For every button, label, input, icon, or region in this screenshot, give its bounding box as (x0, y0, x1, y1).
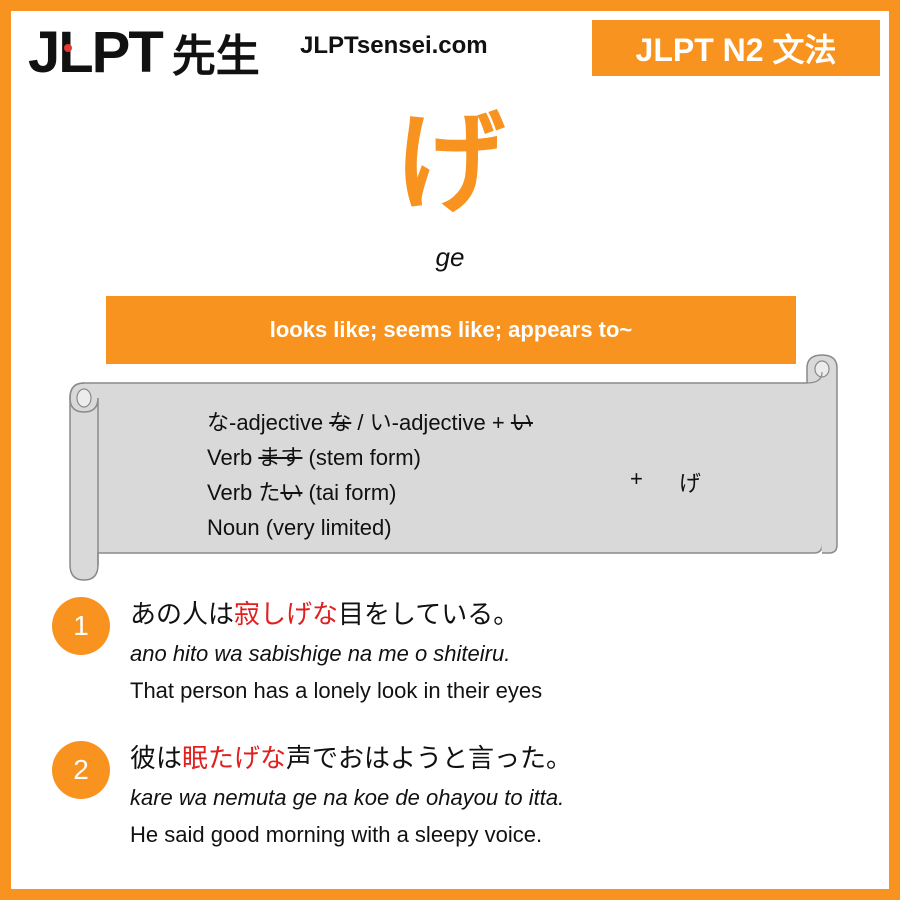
struck-kana: い (510, 410, 533, 435)
logo-kanji: 先生 (171, 31, 260, 82)
site-logo[interactable]: JLPT 先生 (28, 22, 260, 82)
struck-kana: ます (258, 445, 303, 470)
result-kana: げ (678, 471, 701, 496)
grammar-romaji: ge (435, 242, 465, 272)
example-number: 2 (52, 741, 110, 799)
site-url[interactable]: JLPTsensei.com (300, 32, 488, 60)
highlighted-grammar: 眠たげな (182, 744, 287, 774)
plus-sign: + (630, 466, 643, 491)
struck-kana: い (280, 480, 303, 505)
formation-result: + げ (630, 466, 701, 498)
example-text: あの人は寂しげな目をしている。 ano hito wa sabishige na… (130, 597, 850, 709)
formation-line-verb-stem: Verb ます (stem form) (207, 445, 421, 470)
example-japanese: あの人は寂しげな目をしている。 (130, 600, 520, 630)
example-japanese: 彼は眠たげな声でおはようと言った。 (130, 744, 573, 774)
example-text: 彼は眠たげな声でおはようと言った。 kare wa nemuta ge na k… (130, 741, 850, 853)
formation-rules: な-adjective な / い-adjective + い Verb ます … (207, 405, 533, 545)
example-romaji: ano hito wa sabishige na me o shiteiru. (130, 641, 511, 666)
example-number: 1 (52, 597, 110, 655)
level-badge: JLPT N2 文法 (592, 20, 880, 76)
example-romaji: kare wa nemuta ge na koe de ohayou to it… (130, 785, 565, 810)
formation-line-verb-tai: Verb たい (tai form) (207, 480, 397, 505)
formation-line-noun: Noun (very limited) (207, 515, 392, 540)
logo-text: JLPT (28, 20, 164, 85)
struck-kana: な (329, 410, 352, 435)
grammar-title: げ (395, 100, 505, 228)
formation-line-adjective: な-adjective な / い-adjective + い (207, 410, 533, 435)
logo-dot-icon (64, 44, 72, 52)
highlighted-grammar: 寂しげな (234, 600, 339, 630)
example-english: He said good morning with a sleepy voice… (130, 822, 543, 847)
example-english: That person has a lonely look in their e… (130, 678, 543, 703)
